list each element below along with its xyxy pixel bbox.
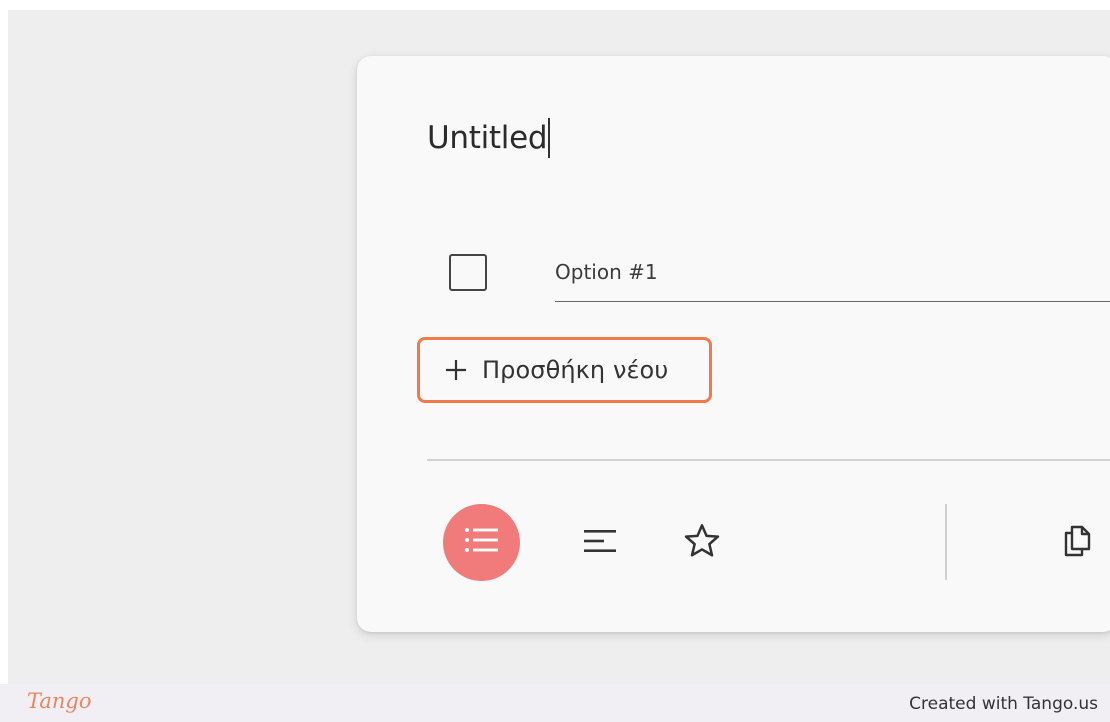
star-icon xyxy=(683,523,721,564)
rating-type-button[interactable] xyxy=(680,522,724,564)
tango-logo: Tango xyxy=(27,689,92,713)
created-with-text: Created with Tango.us xyxy=(909,694,1098,714)
title-field[interactable]: Untitled xyxy=(427,116,551,160)
plus-icon xyxy=(444,358,468,382)
card-divider xyxy=(427,459,1110,461)
bulleted-list-icon xyxy=(464,527,500,558)
toolbar-separator xyxy=(945,504,947,580)
add-new-label: Προσθήκη νέου xyxy=(482,356,669,384)
question-card: Untitled Option #1 Προσθήκη νέου xyxy=(357,56,1110,632)
question-title[interactable]: Untitled xyxy=(427,120,548,156)
list-type-button[interactable] xyxy=(443,504,520,581)
text-type-button[interactable] xyxy=(578,522,622,564)
duplicate-icon xyxy=(1062,524,1092,563)
option-row: Option #1 xyxy=(447,252,1110,302)
option-checkbox[interactable] xyxy=(449,254,487,291)
option-label[interactable]: Option #1 xyxy=(555,260,658,284)
duplicate-button[interactable] xyxy=(1057,522,1097,564)
option-input[interactable]: Option #1 xyxy=(555,252,1110,302)
add-new-option-button[interactable]: Προσθήκη νέου xyxy=(417,337,712,403)
text-cursor xyxy=(548,118,551,158)
text-lines-icon xyxy=(583,529,617,558)
tango-footer: Tango Created with Tango.us xyxy=(0,684,1110,722)
